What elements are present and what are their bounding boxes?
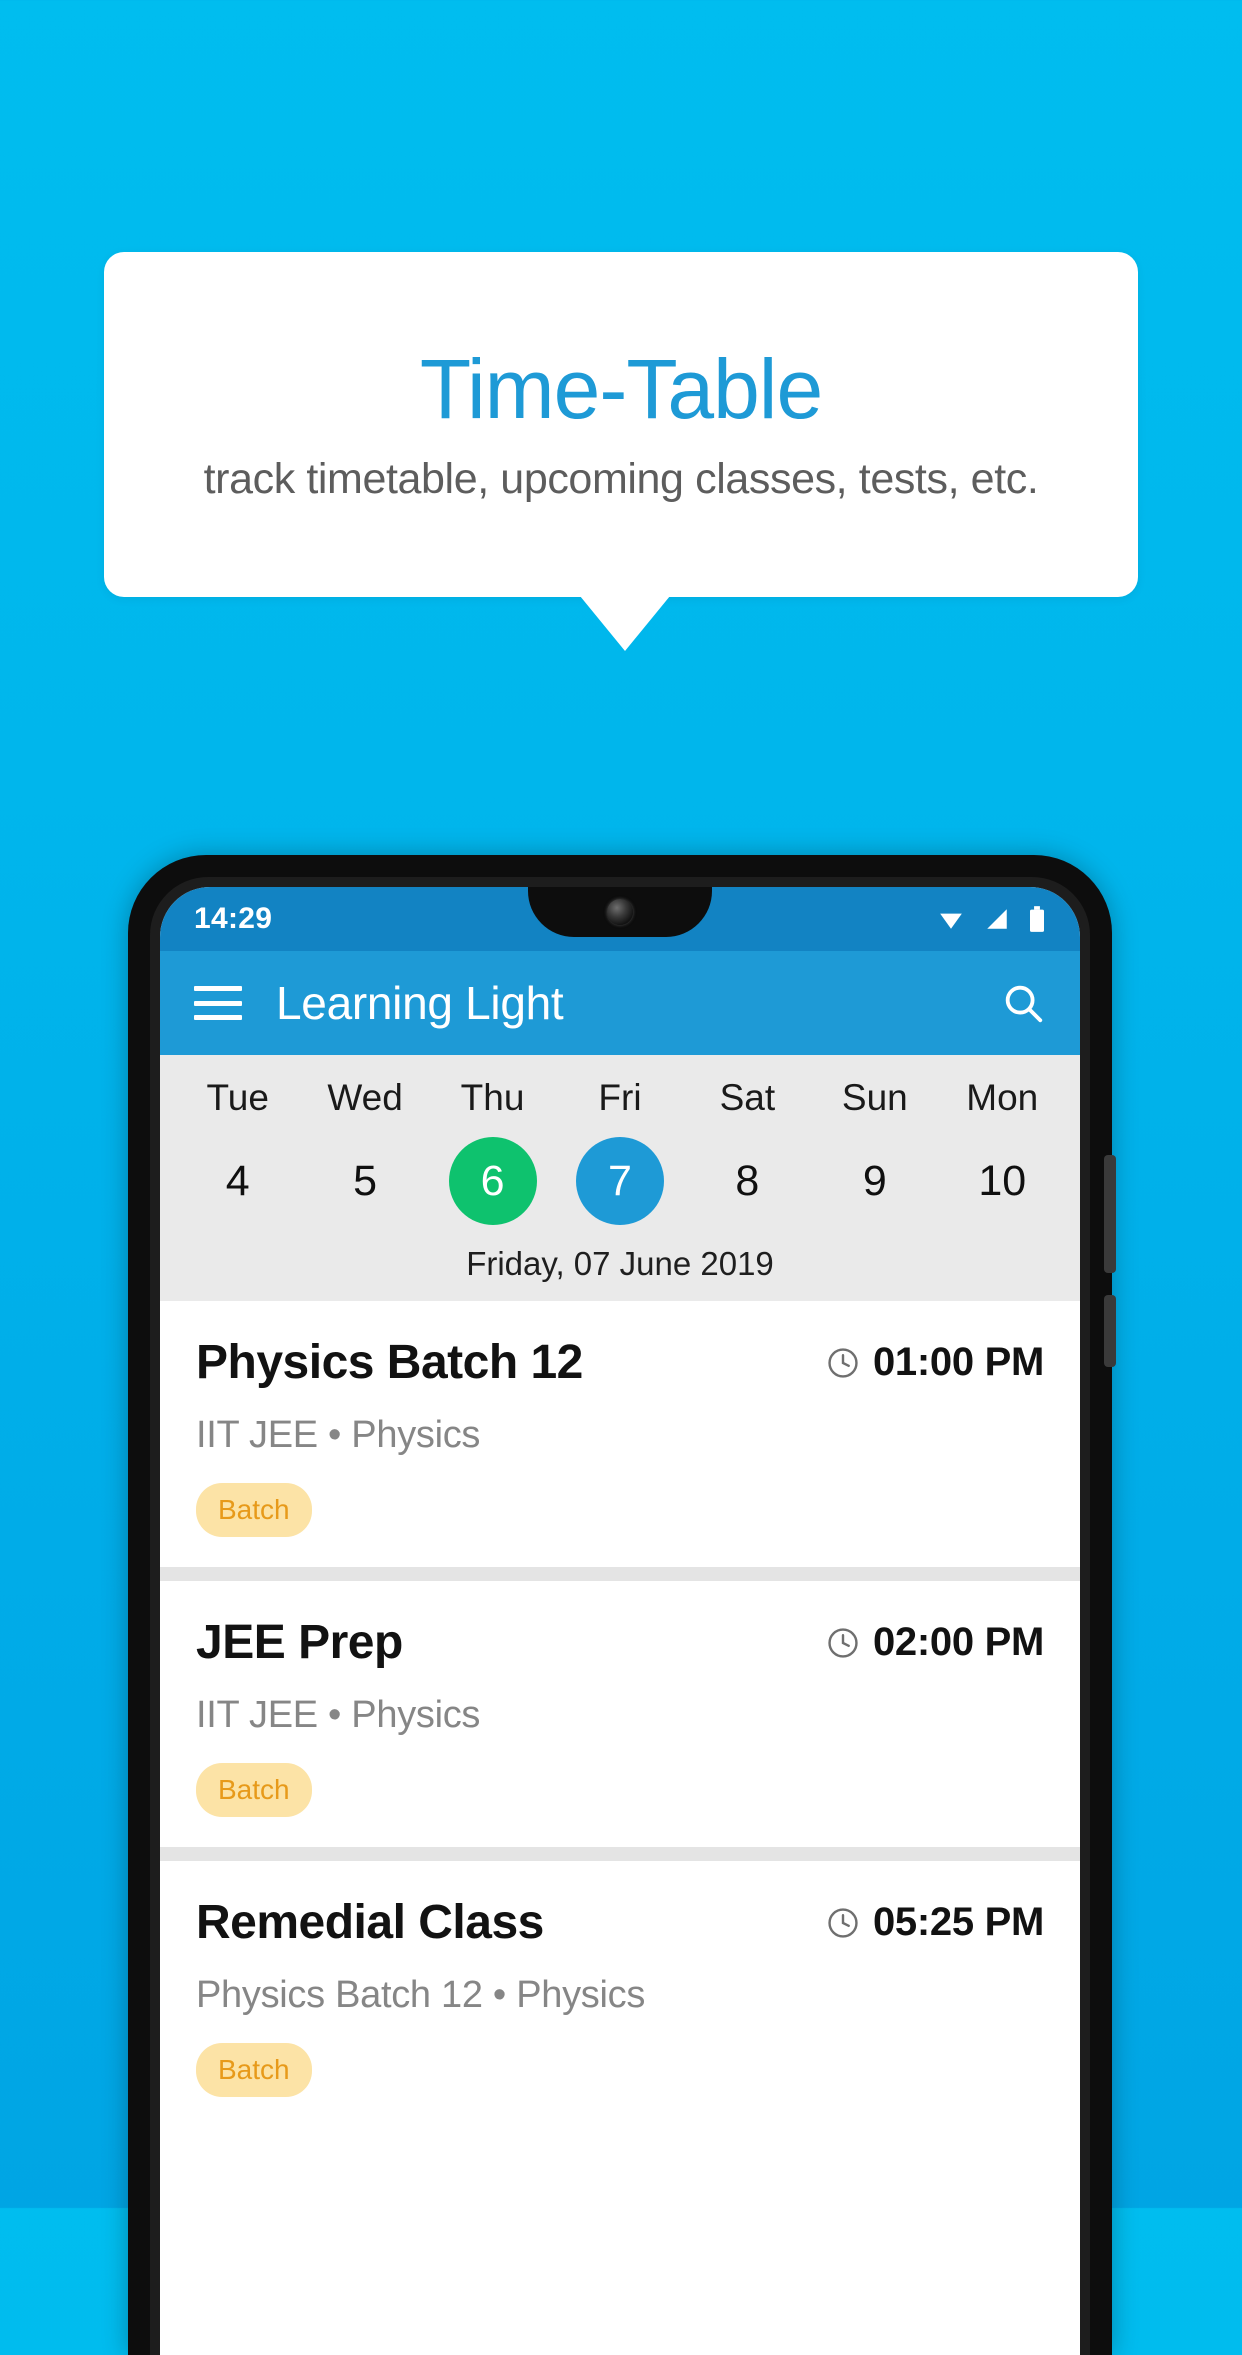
calendar-dow-label: Thu	[460, 1077, 525, 1118]
clock-icon	[828, 1347, 858, 1378]
clock-icon	[828, 1627, 858, 1658]
calendar-date-number: 10	[978, 1157, 1027, 1205]
event-title: Remedial Class	[196, 1896, 544, 1949]
calendar-dow-label: Tue	[206, 1077, 269, 1118]
event-time-group: 01:00 PM	[826, 1340, 1044, 1385]
calendar-date-number: 8	[735, 1157, 760, 1205]
calendar-day-sat[interactable]: Sat 8	[684, 1077, 811, 1225]
event-time: 01:00 PM	[872, 1340, 1044, 1384]
event-time: 05:25 PM	[872, 1900, 1044, 1944]
event-card[interactable]: Remedial Class 05:25 PM Physics Batch 12…	[160, 1861, 1080, 2127]
event-subtitle: Physics Batch 12 • Physics	[196, 1974, 646, 2016]
promo-bubble-tail	[580, 596, 670, 651]
promo-title: Time-Table	[419, 341, 823, 436]
calendar-date-wrap: 10	[939, 1137, 1066, 1225]
event-time-group: 02:00 PM	[826, 1620, 1044, 1665]
app-bar-title: Learning Light	[276, 977, 564, 1029]
phone-power-button[interactable]	[1104, 1295, 1116, 1367]
event-type-badge: Batch	[196, 1483, 312, 1537]
phone-screen: 14:29 Learning Light Tue 4 Wed 5 Thu 6 F…	[160, 887, 1080, 2355]
signal-icon	[987, 909, 1007, 929]
event-subtitle: IIT JEE • Physics	[196, 1694, 481, 1736]
status-bar: 14:29	[160, 887, 1080, 951]
event-title: JEE Prep	[196, 1616, 403, 1669]
promo-callout-bubble: Time-Table track timetable, upcoming cla…	[104, 252, 1138, 597]
event-card-header: JEE Prep 02:00 PM	[196, 1615, 1044, 1670]
calendar-dow-label: Fri	[598, 1077, 642, 1118]
calendar-date-number: 9	[862, 1157, 887, 1205]
calendar-day-thu[interactable]: Thu 6	[429, 1077, 556, 1225]
calendar-date-number: 5	[353, 1157, 378, 1205]
calendar-date-number: 4	[225, 1157, 250, 1205]
event-title: Physics Batch 12	[196, 1336, 583, 1389]
event-time: 02:00 PM	[872, 1620, 1044, 1664]
calendar-date-wrap: 4	[174, 1137, 301, 1225]
event-time-group: 05:25 PM	[826, 1900, 1044, 1945]
calendar-day-fri[interactable]: Fri 7	[556, 1077, 683, 1225]
app-bar: Learning Light	[160, 951, 1080, 1055]
event-type-badge: Batch	[196, 1763, 312, 1817]
event-list[interactable]: Physics Batch 12 01:00 PM IIT JEE • Phys…	[160, 1301, 1080, 2127]
calendar-strip: Tue 4 Wed 5 Thu 6 Fri 7 Sat 8 Sun 9 Mon …	[160, 1055, 1080, 1301]
battery-icon	[1030, 906, 1044, 932]
event-subtitle: IIT JEE • Physics	[196, 1414, 481, 1456]
calendar-date-wrap: 8	[684, 1137, 811, 1225]
calendar-dow-label: Sun	[841, 1077, 908, 1118]
status-bar-time: 14:29	[194, 902, 273, 935]
calendar-dow-label: Sat	[719, 1077, 776, 1118]
calendar-days-row: Tue 4 Wed 5 Thu 6 Fri 7 Sat 8 Sun 9 Mon …	[160, 1077, 1080, 1225]
calendar-date-wrap: 7	[556, 1137, 683, 1225]
event-card[interactable]: Physics Batch 12 01:00 PM IIT JEE • Phys…	[160, 1301, 1080, 1567]
calendar-date-number-today: 6	[448, 1137, 537, 1225]
calendar-date-wrap: 6	[429, 1137, 556, 1225]
event-type-badge: Batch	[196, 2043, 312, 2097]
event-card-header: Remedial Class 05:25 PM	[196, 1895, 1044, 1950]
search-icon[interactable]	[1000, 980, 1046, 1026]
hamburger-menu-icon[interactable]	[194, 986, 242, 1020]
calendar-day-sun[interactable]: Sun 9	[811, 1077, 938, 1225]
selected-full-date: Friday, 07 June 2019	[466, 1245, 774, 1282]
calendar-day-wed[interactable]: Wed 5	[301, 1077, 428, 1225]
phone-device-frame: 14:29 Learning Light Tue 4 Wed 5 Thu 6 F…	[128, 855, 1116, 2355]
calendar-date-number-selected: 7	[575, 1137, 664, 1225]
calendar-day-tue[interactable]: Tue 4	[174, 1077, 301, 1225]
phone-inner-bezel: 14:29 Learning Light Tue 4 Wed 5 Thu 6 F…	[150, 877, 1090, 2355]
phone-notch	[528, 887, 712, 937]
front-camera-icon	[607, 899, 633, 925]
phone-volume-button[interactable]	[1104, 1155, 1116, 1273]
event-card-header: Physics Batch 12 01:00 PM	[196, 1335, 1044, 1390]
wifi-icon	[940, 913, 962, 929]
calendar-dow-label: Mon	[966, 1077, 1039, 1118]
calendar-day-mon[interactable]: Mon 10	[939, 1077, 1066, 1225]
promo-subtitle: track timetable, upcoming classes, tests…	[203, 455, 1039, 504]
calendar-date-wrap: 5	[301, 1137, 428, 1225]
calendar-dow-label: Wed	[327, 1077, 403, 1118]
clock-icon	[828, 1907, 858, 1938]
calendar-date-wrap: 9	[811, 1137, 938, 1225]
event-card[interactable]: JEE Prep 02:00 PM IIT JEE • Physics Batc…	[160, 1581, 1080, 1847]
status-bar-icons	[936, 905, 1046, 933]
